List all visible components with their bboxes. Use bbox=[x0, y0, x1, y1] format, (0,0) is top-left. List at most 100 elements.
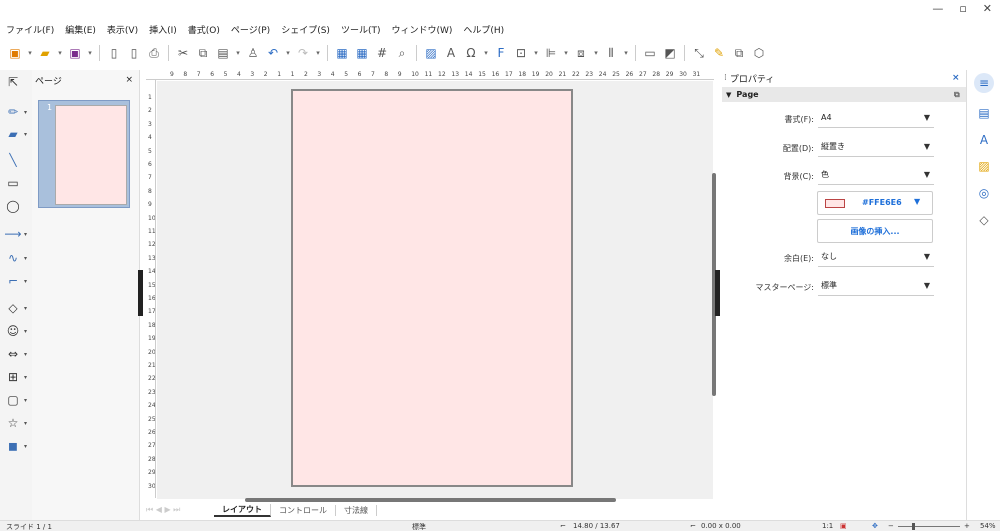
distribute-icon[interactable]: ⫴ bbox=[602, 44, 620, 62]
line-color-dropdown-icon[interactable]: ▾ bbox=[24, 109, 27, 116]
menu-file[interactable]: ファイル(F) bbox=[6, 23, 54, 36]
properties-deck-icon[interactable]: ≡ bbox=[974, 73, 994, 93]
zoom-icon[interactable]: ⌕ bbox=[393, 44, 411, 62]
flowchart-dropdown-icon[interactable]: ▾ bbox=[24, 374, 27, 381]
align-icon[interactable]: ⊫ bbox=[542, 44, 560, 62]
format-select[interactable]: A4 ▼ bbox=[818, 108, 934, 128]
flowchart-tool[interactable]: ⊞ ▾ bbox=[2, 367, 30, 387]
vertical-ruler[interactable]: 1 2 3 4 5 6 7 8 9 10 11 12 13 14 15 16 17 18 19 20 21 22 23 24 2… bbox=[146, 80, 156, 498]
points-icon[interactable]: ⤡ bbox=[690, 44, 708, 62]
insert-textbox-icon[interactable]: A bbox=[442, 44, 460, 62]
more-options-icon[interactable]: ⧉ bbox=[954, 90, 960, 100]
tab-controls[interactable]: コントロール bbox=[271, 504, 336, 516]
fontwork-icon[interactable]: F bbox=[492, 44, 510, 62]
curve-tool[interactable]: ∿ ▾ bbox=[2, 248, 30, 268]
navigator-deck-icon[interactable]: ◎ bbox=[974, 183, 994, 203]
horizontal-scrollbar[interactable] bbox=[245, 498, 616, 502]
connector-tool[interactable]: ⌐ ▾ bbox=[2, 271, 30, 291]
line-color-tool[interactable]: ✏ ▾ bbox=[2, 102, 30, 122]
margin-select[interactable]: なし ▼ bbox=[818, 247, 934, 267]
page-thumbnail[interactable]: 1 bbox=[38, 100, 130, 208]
toggle-extrusion-icon[interactable]: ⧉ bbox=[730, 44, 748, 62]
save-dropdown-icon[interactable]: ▾ bbox=[86, 44, 94, 62]
zoom-in-icon[interactable]: + bbox=[964, 522, 970, 530]
menu-help[interactable]: ヘルプ(H) bbox=[463, 23, 504, 36]
shadow-icon[interactable]: ▭ bbox=[641, 44, 659, 62]
special-character-icon[interactable]: Ω bbox=[462, 44, 480, 62]
restore-icon[interactable]: ▫ bbox=[959, 2, 966, 15]
redo-icon[interactable]: ↷ bbox=[294, 44, 312, 62]
minimize-icon[interactable]: — bbox=[932, 2, 943, 15]
helplines-icon[interactable]: ▦ bbox=[353, 44, 371, 62]
fill-color-dropdown-icon[interactable]: ▾ bbox=[24, 131, 27, 138]
arrange-icon[interactable]: ⧈ bbox=[572, 44, 590, 62]
curve-dropdown-icon[interactable]: ▾ bbox=[24, 255, 27, 262]
align-dropdown-icon[interactable]: ▾ bbox=[562, 44, 570, 62]
styles-deck-icon[interactable]: ▤ bbox=[974, 103, 994, 123]
block-arrows-dropdown-icon[interactable]: ▾ bbox=[24, 351, 27, 358]
undo-icon[interactable]: ↶ bbox=[264, 44, 282, 62]
arrange-dropdown-icon[interactable]: ▾ bbox=[592, 44, 600, 62]
clone-format-icon[interactable]: ♙ bbox=[244, 44, 262, 62]
open-icon[interactable]: ▰ bbox=[36, 44, 54, 62]
paste-dropdown-icon[interactable]: ▾ bbox=[234, 44, 242, 62]
fit-page-icon[interactable]: ✥ bbox=[872, 522, 878, 530]
redo-dropdown-icon[interactable]: ▾ bbox=[314, 44, 322, 62]
basic-shapes-dropdown-icon[interactable]: ▾ bbox=[24, 305, 27, 312]
zoom-level[interactable]: 54% bbox=[980, 522, 996, 530]
rectangle-tool[interactable]: ▭ bbox=[2, 173, 30, 193]
tab-dimension-lines[interactable]: 寸法線 bbox=[336, 504, 377, 516]
fill-color-tool[interactable]: ▰ ▾ bbox=[2, 124, 30, 144]
zoom-out-icon[interactable]: − bbox=[888, 522, 894, 530]
new-dropdown-icon[interactable]: ▾ bbox=[26, 44, 34, 62]
connector-dropdown-icon[interactable]: ▾ bbox=[24, 278, 27, 285]
insert-image-button[interactable]: 画像の挿入... bbox=[817, 219, 933, 243]
drag-handle-icon[interactable]: ⁞ bbox=[724, 73, 727, 83]
basic-shapes-tool[interactable]: ◇ ▾ bbox=[2, 298, 30, 318]
new-icon[interactable]: ▣ bbox=[6, 44, 24, 62]
horizontal-ruler[interactable]: 9 8 7 6 5 4 3 2 1 1 2 3 4 5 6 7 8 9 10 11 12 13 14 15 16 17 18 19 20… bbox=[146, 70, 714, 80]
select-tool[interactable]: ⇱ bbox=[2, 72, 30, 92]
shapes-deck-icon[interactable]: ◇ bbox=[974, 210, 994, 230]
menu-insert[interactable]: 挿入(I) bbox=[149, 23, 177, 36]
arrow-dropdown-icon[interactable]: ▾ bbox=[24, 231, 27, 238]
menu-edit[interactable]: 編集(E) bbox=[65, 23, 96, 36]
background-color-picker[interactable]: #FFE6E6 ▼ bbox=[817, 191, 933, 215]
symbol-shapes-tool[interactable]: ☺ ▾ bbox=[2, 321, 30, 341]
left-panel-collapse-handle[interactable] bbox=[138, 270, 143, 316]
transformations-dropdown-icon[interactable]: ▾ bbox=[532, 44, 540, 62]
zoom-slider[interactable] bbox=[898, 526, 960, 527]
print-icon[interactable]: ⎙ bbox=[145, 44, 163, 62]
crop-icon[interactable]: ◩ bbox=[661, 44, 679, 62]
background-select[interactable]: 色 ▼ bbox=[818, 165, 934, 185]
ellipse-tool[interactable]: ◯ bbox=[2, 196, 30, 216]
gallery-deck-icon[interactable]: ▨ bbox=[974, 156, 994, 176]
copy-icon[interactable]: ⧉ bbox=[194, 44, 212, 62]
undo-dropdown-icon[interactable]: ▾ bbox=[284, 44, 292, 62]
export-pdf-icon[interactable]: ▯ bbox=[125, 44, 143, 62]
export-icon[interactable]: ▯ bbox=[105, 44, 123, 62]
menu-view[interactable]: 表示(V) bbox=[107, 23, 138, 36]
glue-points-icon[interactable]: ✎ bbox=[710, 44, 728, 62]
special-character-dropdown-icon[interactable]: ▾ bbox=[482, 44, 490, 62]
orientation-select[interactable]: 縦置き ▼ bbox=[818, 137, 934, 157]
paste-icon[interactable]: ▤ bbox=[214, 44, 232, 62]
properties-close-icon[interactable]: × bbox=[952, 73, 960, 83]
grid-icon[interactable]: ▦ bbox=[333, 44, 351, 62]
distribute-dropdown-icon[interactable]: ▾ bbox=[622, 44, 630, 62]
menu-page[interactable]: ページ(P) bbox=[231, 23, 270, 36]
menu-tools[interactable]: ツール(T) bbox=[341, 23, 381, 36]
pages-panel-close-icon[interactable]: × bbox=[125, 75, 133, 85]
cut-icon[interactable]: ✂ bbox=[174, 44, 192, 62]
right-panel-collapse-handle[interactable] bbox=[715, 270, 720, 316]
menu-shape[interactable]: シェイプ(S) bbox=[281, 23, 330, 36]
styles-font-deck-icon[interactable]: A bbox=[974, 130, 994, 150]
menu-window[interactable]: ウィンドウ(W) bbox=[391, 23, 452, 36]
page-section-header[interactable]: ▼ Page ⧉ bbox=[722, 87, 966, 102]
save-icon[interactable]: ▣ bbox=[66, 44, 84, 62]
tab-layout[interactable]: レイアウト bbox=[214, 503, 271, 517]
symbol-shapes-dropdown-icon[interactable]: ▾ bbox=[24, 328, 27, 335]
3d-objects-dropdown-icon[interactable]: ▾ bbox=[24, 443, 27, 450]
snap-grid-icon[interactable]: # bbox=[373, 44, 391, 62]
insert-image-icon[interactable]: ▨ bbox=[422, 44, 440, 62]
